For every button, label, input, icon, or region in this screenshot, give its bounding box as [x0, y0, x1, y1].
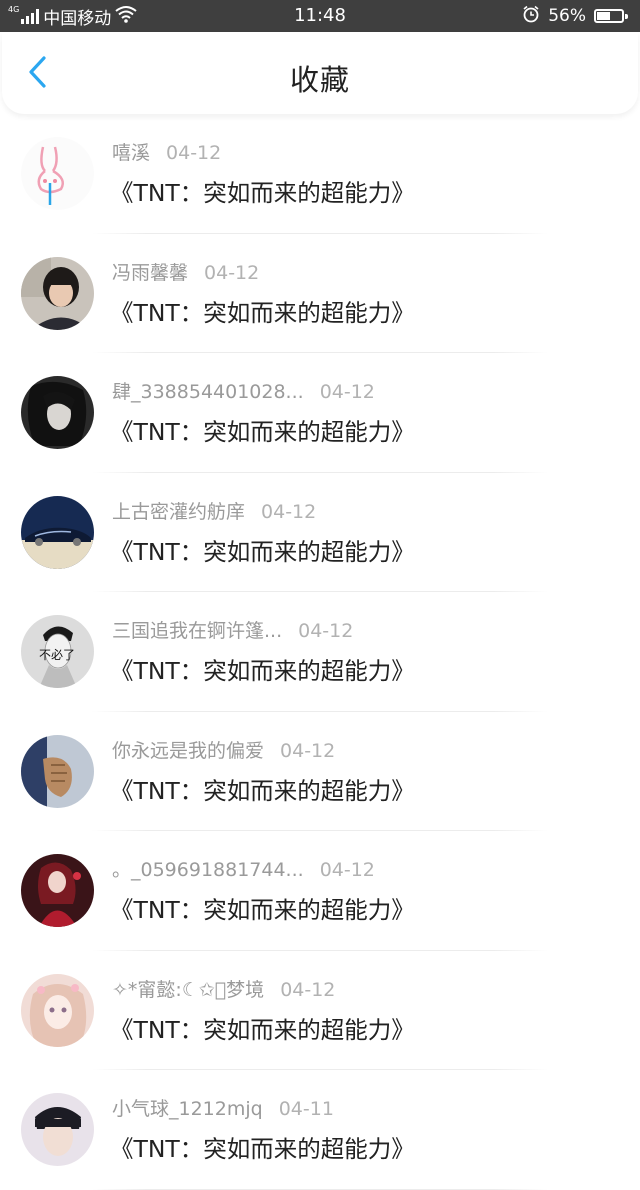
item-meta: 三国追我在锕许篷... 04-12	[112, 616, 353, 643]
status-bar: 4G 中国移动 11:48 56%	[0, 0, 640, 32]
item-title: 《TNT：突如而来的超能力》	[110, 1015, 415, 1044]
item-date: 04-12	[298, 620, 354, 642]
item-date: 04-12	[166, 142, 222, 164]
avatar[interactable]	[21, 137, 94, 210]
username: 小气球_1212mjq	[112, 1098, 263, 1120]
item-date: 04-12	[280, 978, 336, 1001]
item-date: 04-12	[261, 500, 317, 523]
username: 肆_338854401028...	[112, 381, 304, 403]
list-item[interactable]: 。_059691881744... 04-12 《TNT：突如而来的超能力》	[0, 831, 640, 951]
page-title: 收藏	[289, 63, 350, 97]
username: 三国追我在锕许篷...	[112, 620, 283, 642]
item-title: 《TNT：突如而来的超能力》	[110, 657, 415, 685]
avatar[interactable]: 不必了	[21, 615, 94, 688]
item-date: 04-11	[278, 1098, 334, 1120]
item-meta: 。_059691881744... 04-12	[112, 855, 375, 882]
battery-percent: 56%	[548, 6, 586, 26]
item-title: 《TNT：突如而来的超能力》	[110, 537, 415, 566]
item-title: 《TNT：突如而来的超能力》	[110, 418, 415, 446]
item-title: 《TNT：突如而来的超能力》	[110, 1135, 415, 1163]
username: 你永远是我的偏爱	[112, 739, 265, 762]
item-title: 《TNT：突如而来的超能力》	[110, 896, 415, 924]
avatar-caption: 不必了	[39, 648, 75, 662]
item-date: 04-12	[280, 739, 336, 762]
list-item[interactable]: 你永远是我的偏爱 04-12 《TNT：突如而来的超能力》	[0, 712, 640, 831]
list-item[interactable]: ✧*甯懿:☾✩⃝梦境 04-12 《TNT：突如而来的超能力》	[0, 951, 640, 1070]
item-meta: 嘻溪 04-12	[112, 138, 221, 165]
item-meta: 小气球_1212mjq 04-11	[112, 1094, 334, 1121]
item-title: 《TNT：突如而来的超能力》	[110, 179, 415, 207]
item-meta: ✧*甯懿:☾✩⃝梦境 04-12	[112, 975, 335, 1002]
item-date: 04-12	[319, 859, 375, 881]
username: 嘻溪	[112, 142, 151, 164]
avatar[interactable]	[21, 734, 94, 808]
list-item[interactable]: 不必了 三国追我在锕许篷... 04-12 《TNT：突如而来的超能力》	[0, 592, 640, 712]
avatar[interactable]	[21, 854, 94, 927]
item-meta: 上古密灌约舫庠 04-12	[112, 497, 316, 524]
divider	[92, 1188, 548, 1190]
item-meta: 肆_338854401028... 04-12	[112, 377, 375, 404]
item-date: 04-12	[204, 261, 260, 284]
username: ✧*甯懿:☾✩⃝梦境	[112, 978, 265, 1001]
list-item[interactable]: 嘻溪 04-12 《TNT：突如而来的超能力》	[0, 114, 640, 234]
alarm-icon	[522, 5, 540, 28]
avatar[interactable]	[21, 973, 94, 1047]
avatar[interactable]	[21, 1093, 94, 1166]
battery-icon	[594, 9, 628, 23]
header: 收藏	[2, 32, 638, 114]
avatar[interactable]	[21, 256, 94, 330]
list-item[interactable]: 小气球_1212mjq 04-11 《TNT：突如而来的超能力》	[0, 1070, 640, 1190]
item-title: 《TNT：突如而来的超能力》	[110, 776, 415, 805]
list-item[interactable]: 冯雨馨馨 04-12 《TNT：突如而来的超能力》	[0, 234, 640, 353]
status-right: 56%	[522, 0, 630, 32]
list-item[interactable]: 肆_338854401028... 04-12 《TNT：突如而来的超能力》	[0, 353, 640, 473]
list-item[interactable]: 上古密灌约舫庠 04-12 《TNT：突如而来的超能力》	[0, 473, 640, 592]
favorites-list: 嘻溪 04-12 《TNT：突如而来的超能力》 冯雨馨馨 04-12 《TNT：突如…	[0, 114, 640, 1190]
avatar[interactable]	[21, 495, 94, 569]
item-meta: 冯雨馨馨 04-12	[112, 258, 259, 285]
username: 。_059691881744...	[112, 859, 304, 881]
username: 上古密灌约舫庠	[112, 500, 246, 523]
item-title: 《TNT：突如而来的超能力》	[110, 298, 415, 327]
item-date: 04-12	[319, 381, 375, 403]
avatar[interactable]	[21, 376, 94, 449]
item-meta: 你永远是我的偏爱 04-12	[112, 736, 335, 763]
username: 冯雨馨馨	[112, 261, 189, 284]
